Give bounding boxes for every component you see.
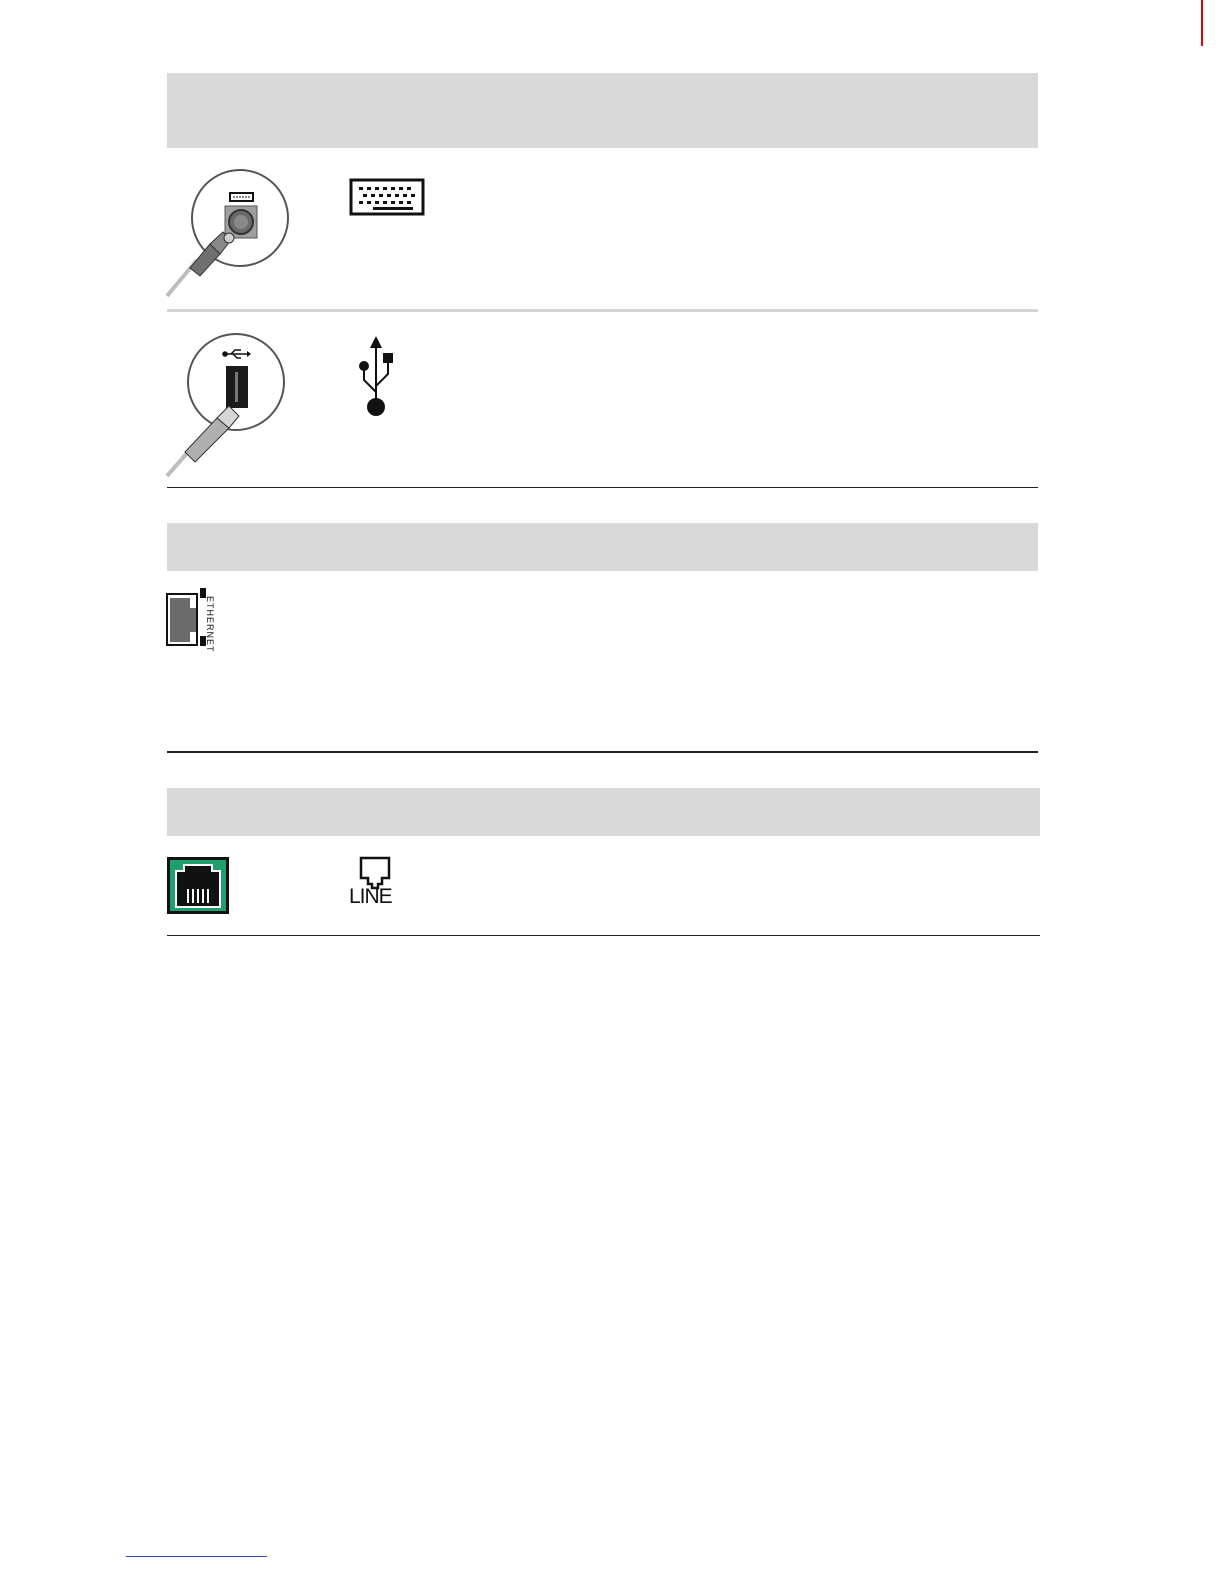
margin-bar: [1201, 0, 1203, 46]
ethernet-port-icon: [166, 588, 206, 646]
modem-port-icon: [167, 857, 229, 914]
section-end-rule: [167, 751, 1038, 753]
section-header-modem: [167, 788, 1040, 836]
usb-symbol-icon: [359, 336, 393, 416]
section-header-input-devices: [167, 73, 1038, 148]
keyboard-icon: [349, 178, 425, 216]
section-end-rule: [167, 487, 1038, 488]
line-label: LINE: [349, 885, 393, 908]
ethernet-label: ETHERNET: [205, 596, 215, 653]
ps2-keyboard-connector-icon: [165, 169, 289, 298]
row-divider: [167, 309, 1038, 312]
section-end-rule: [167, 935, 1040, 936]
footer-link[interactable]: [126, 1556, 267, 1557]
usb-connector-icon: [165, 333, 285, 478]
section-header-network: [167, 523, 1038, 571]
